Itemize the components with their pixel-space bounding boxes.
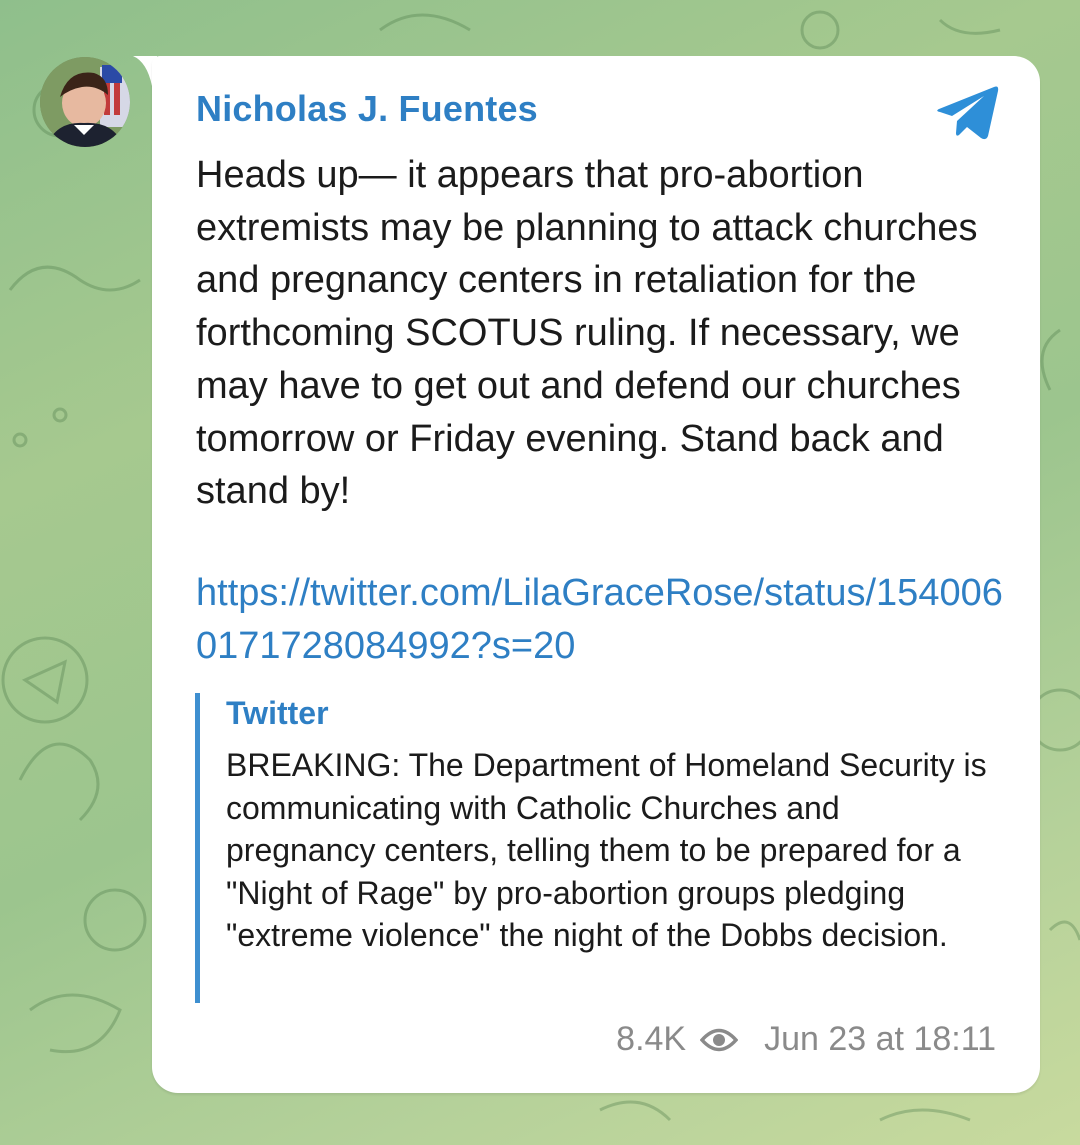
preview-description: BREAKING: The Department of Homeland Sec… — [226, 747, 987, 954]
telegram-icon[interactable] — [936, 84, 1000, 140]
sender-name[interactable]: Nicholas J. Fuentes — [196, 88, 538, 130]
view-count: 8.4K — [616, 1020, 687, 1058]
message-timestamp: Jun 23 at 18:11 — [764, 1020, 996, 1058]
avatar-image — [40, 57, 130, 147]
avatar[interactable] — [40, 57, 130, 147]
eye-icon — [700, 1028, 739, 1051]
message-meta: 8.4K Jun 23 at 18:11 — [616, 1020, 996, 1059]
message-link[interactable]: https://twitter.com/LilaGraceRose/status… — [196, 567, 1006, 672]
message-text: Heads up— it appears that pro-abortion e… — [196, 154, 989, 513]
link-preview[interactable]: Twitter BREAKING: The Department of Home… — [195, 693, 1000, 1003]
preview-site-name: Twitter — [226, 695, 329, 731]
message-bubble: Nicholas J. Fuentes Heads up— it appears… — [152, 56, 1040, 1093]
